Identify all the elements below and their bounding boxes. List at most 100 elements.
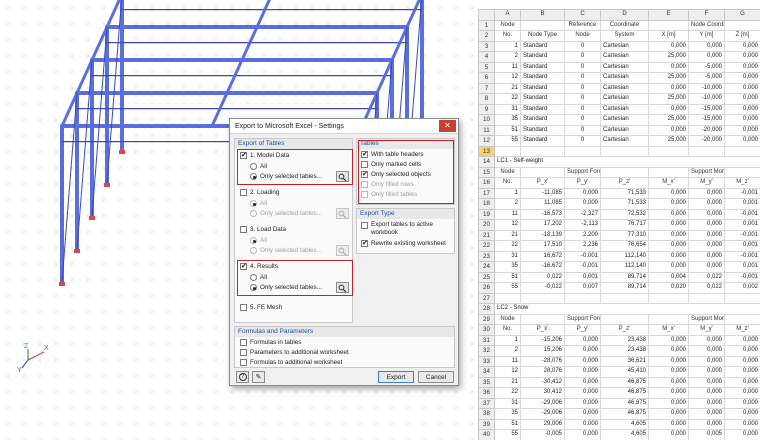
cell[interactable]: 0 (564, 40, 601, 52)
cell[interactable]: 0,000 (724, 387, 760, 399)
column-header[interactable]: C (564, 9, 601, 21)
export-settings-dialog[interactable]: Export to Microsoft Excel - Settings ✕ E… (229, 118, 459, 386)
cell[interactable]: 89,714 (600, 271, 649, 283)
cell[interactable]: Y [m] (688, 30, 725, 42)
cell[interactable]: 25,000 (648, 93, 689, 105)
cell[interactable]: 0,001 (724, 261, 760, 273)
cell[interactable]: 23,438 (600, 345, 649, 357)
cell[interactable]: 0,000 (688, 240, 725, 252)
cell[interactable]: 0,000 (648, 397, 689, 409)
cell[interactable]: 17,202 (520, 219, 565, 231)
table-section-title[interactable]: LC2 - Snow (494, 303, 760, 315)
sheet-row[interactable]: 27 (478, 292, 760, 304)
support-icon[interactable] (89, 216, 95, 220)
checkbox-box[interactable] (240, 349, 247, 356)
cell[interactable]: 31 (494, 250, 521, 262)
cell[interactable]: -29,006 (520, 397, 565, 409)
sheet-row[interactable]: 2 No. Node Type Node System X [m] Y [m] Z [m] (478, 30, 760, 42)
cell[interactable]: -0,022 (520, 282, 565, 294)
cell[interactable] (520, 166, 565, 178)
row-number[interactable]: 11 (478, 124, 495, 136)
cell[interactable]: 22 (494, 240, 521, 252)
cell[interactable]: Node Coordinates (688, 19, 725, 31)
column-header[interactable]: B (520, 9, 565, 21)
cell[interactable]: 0,000 (648, 103, 689, 115)
row-number[interactable]: 8 (478, 93, 495, 105)
cell[interactable] (724, 19, 760, 31)
cell[interactable]: Cartesian (600, 72, 649, 84)
row-number[interactable]: 37 (478, 397, 495, 409)
cell[interactable]: 21 (494, 376, 521, 388)
sheet-row[interactable]: 3 1 Standard 0 Cartesian 0,000 0,000 0,000 (478, 40, 760, 52)
column-header[interactable]: G (724, 9, 760, 21)
cell[interactable]: 0,000 (688, 250, 725, 262)
cell[interactable] (688, 292, 725, 304)
cell[interactable]: 0,000 (648, 250, 689, 262)
cell[interactable]: 0 (564, 135, 601, 147)
cell[interactable]: -28,076 (520, 355, 565, 367)
cell[interactable]: 12 (494, 366, 521, 378)
cell[interactable]: 0,000 (648, 366, 689, 378)
cell[interactable]: 28,076 (520, 366, 565, 378)
cell[interactable] (648, 292, 689, 304)
cell[interactable]: 0,000 (564, 429, 601, 440)
row-number[interactable]: 6 (478, 72, 495, 84)
row-number[interactable]: 35 (478, 376, 495, 388)
checkbox-box[interactable] (240, 359, 247, 366)
sheet-row[interactable]: 26 55 -0,022 0,007 89,714 0,020 0,022 0,002 (478, 282, 760, 294)
row-number[interactable]: 36 (478, 387, 495, 399)
formulas-in-tables-checkbox[interactable]: Formulas in tables (240, 339, 301, 346)
cell[interactable]: 0,005 (688, 429, 725, 440)
row-number[interactable]: 29 (478, 313, 495, 325)
cell[interactable]: 46,875 (600, 376, 649, 388)
cell[interactable]: No. (494, 177, 521, 189)
cell[interactable]: 0,001 (724, 219, 760, 231)
cell[interactable]: Support Moments [kNm] (688, 166, 725, 178)
checkbox-box[interactable] (240, 189, 247, 196)
cell[interactable]: 0,000 (724, 61, 760, 73)
cell[interactable]: 0,000 (648, 82, 689, 94)
cell[interactable]: 0,000 (724, 334, 760, 346)
cell[interactable]: 0,000 (648, 229, 689, 241)
cell[interactable]: 0,000 (564, 334, 601, 346)
sheet-row[interactable]: 17 1 -11,085 0,000 71,533 0,000 0,000 -0,001 (478, 187, 760, 199)
cell[interactable]: 0,000 (688, 355, 725, 367)
cell[interactable]: -0,001 (724, 229, 760, 241)
cell[interactable]: Node (494, 166, 521, 178)
cell[interactable]: -18,139 (520, 229, 565, 241)
cell[interactable]: 25,000 (648, 135, 689, 147)
cell[interactable]: Node Type (520, 30, 565, 42)
cell[interactable]: 31 (494, 397, 521, 409)
row-number[interactable]: 33 (478, 355, 495, 367)
sheet-row[interactable]: 15Node Support Forces [kN] Support Moments… (478, 166, 760, 178)
sheet-row[interactable]: 12 55 Standard 0 Cartesian 25,000 -20,000 0,000 (478, 135, 760, 147)
sheet-row[interactable]: 21 21 -18,139 2,200 77,310 0,000 0,000 -0,001 (478, 229, 760, 241)
cell[interactable]: P_x' (520, 324, 565, 336)
cell[interactable]: 15,206 (520, 345, 565, 357)
sheet-row[interactable]: 9 31 Standard 0 Cartesian 0,000 -15,000 0,000 (478, 103, 760, 115)
sheet-row[interactable]: 23 31 16,672 -0,001 112,140 0,000 0,000 -0,001 (478, 250, 760, 262)
row-number[interactable]: 39 (478, 418, 495, 430)
cell[interactable]: 35 (494, 114, 521, 126)
cell[interactable] (600, 313, 649, 325)
cell[interactable]: 1 (494, 334, 521, 346)
cell[interactable]: Cartesian (600, 114, 649, 126)
sheet-row[interactable]: 16 No. P_x' P_y' P_z' M_x' M_y' M_z' (478, 177, 760, 189)
cell[interactable]: 0,000 (724, 418, 760, 430)
cell[interactable]: 0,000 (688, 51, 725, 63)
row-number[interactable]: 20 (478, 219, 495, 231)
sheet-row[interactable]: 31 1 -15,206 0,000 23,438 0,000 0,000 0,000 (478, 334, 760, 346)
cell[interactable]: Cartesian (600, 51, 649, 63)
cell[interactable]: 17,510 (520, 240, 565, 252)
cell[interactable]: 0,000 (688, 418, 725, 430)
loading-checkbox[interactable]: 2. Loading (240, 189, 279, 196)
cell[interactable]: -2,113 (564, 219, 601, 231)
cell[interactable]: -16,573 (520, 208, 565, 220)
cell[interactable]: P_z' (600, 324, 649, 336)
cell[interactable]: Reference (564, 19, 601, 31)
cell[interactable] (724, 145, 760, 157)
cell[interactable]: 0,000 (648, 124, 689, 136)
cell[interactable]: No. (494, 324, 521, 336)
cell[interactable]: 0 (564, 103, 601, 115)
cell[interactable]: -15,206 (520, 334, 565, 346)
